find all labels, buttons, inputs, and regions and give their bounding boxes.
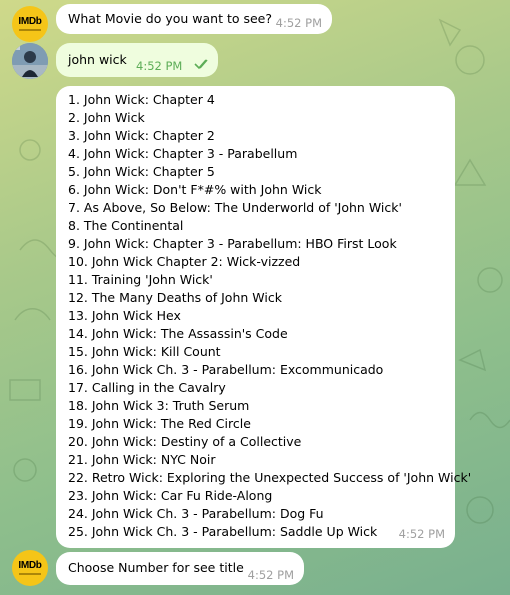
message-time: 4:52 PM — [275, 16, 322, 30]
list-item: 19. John Wick: The Red Circle — [68, 416, 251, 431]
message-bubble-results[interactable]: 1. John Wick: Chapter 4 2. John Wick 3. Jo… — [56, 86, 472, 548]
list-item: 22. Retro Wick: Exploring the Unexpected… — [68, 470, 472, 485]
list-item: 3. John Wick: Chapter 2 — [68, 128, 215, 143]
message-bubble-prompt[interactable]: Choose Number for see title 4:52 PM — [56, 552, 304, 585]
list-item: 12. The Many Deaths of John Wick — [68, 290, 282, 305]
list-item: 21. John Wick: NYC Noir — [68, 452, 216, 467]
list-item: 24. John Wick Ch. 3 - Parabellum: Dog Fu — [68, 506, 324, 521]
user-photo-icon — [12, 43, 48, 79]
imdb-avatar[interactable]: IMDb — [12, 550, 48, 586]
list-item: 16. John Wick Ch. 3 - Parabellum: Excomm… — [68, 362, 384, 377]
message-time: 4:52 PM — [136, 59, 183, 73]
message-time: 4:52 PM — [398, 527, 445, 541]
list-item: 9. John Wick: Chapter 3 - Parabellum: HB… — [68, 236, 397, 251]
list-item: 25. John Wick Ch. 3 - Parabellum: Saddle… — [68, 524, 378, 539]
list-item: 4. John Wick: Chapter 3 - Parabellum — [68, 146, 298, 161]
list-item: 17. Calling in the Cavalry — [68, 380, 226, 395]
message-bubble-question[interactable]: What Movie do you want to see? 4:52 PM — [56, 4, 332, 34]
list-item: 6. John Wick: Don't F*#% with John Wick — [68, 182, 322, 197]
list-item: 15. John Wick: Kill Count — [68, 344, 221, 359]
imdb-avatar[interactable]: IMDb — [12, 6, 48, 42]
message-text: john wick — [68, 52, 127, 67]
list-item: 1. John Wick: Chapter 4 — [68, 92, 215, 107]
message-time: 4:52 PM — [247, 568, 294, 582]
results-list: 1. John Wick: Chapter 4 2. John Wick 3. Jo… — [68, 91, 472, 541]
list-item: 14. John Wick: The Assassin's Code — [68, 326, 288, 341]
list-item: 20. John Wick: Destiny of a Collective — [68, 434, 302, 449]
list-item: 5. John Wick: Chapter 5 — [68, 164, 215, 179]
list-item: 8. The Continental — [68, 218, 184, 233]
list-item: 10. John Wick Chapter 2: Wick-vizzed — [68, 254, 301, 269]
list-item: 23. John Wick: Car Fu Ride-Along — [68, 488, 273, 503]
message-text: Choose Number for see title — [68, 560, 244, 575]
list-item: 18. John Wick 3: Truth Serum — [68, 398, 250, 413]
list-item: 11. Training 'John Wick' — [68, 272, 213, 287]
message-bubble-user[interactable]: john wick 4:52 PM — [56, 43, 218, 77]
list-item: 7. As Above, So Below: The Underworld of… — [68, 200, 402, 215]
list-item: 13. John Wick Hex — [68, 308, 181, 323]
double-check-icon — [194, 59, 208, 70]
list-item: 2. John Wick — [68, 110, 145, 125]
message-text: What Movie do you want to see? — [68, 11, 273, 26]
user-avatar[interactable] — [12, 43, 48, 79]
